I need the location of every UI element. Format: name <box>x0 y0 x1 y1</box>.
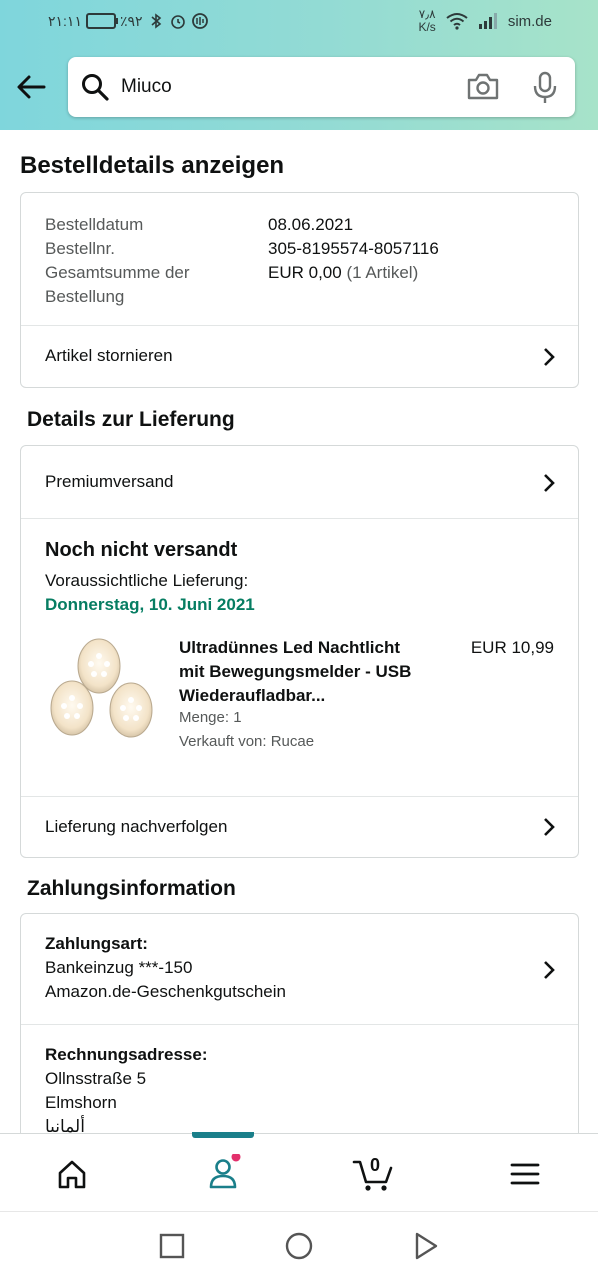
track-package-row[interactable]: Lieferung nachverfolgen <box>21 797 578 857</box>
order-summary-card: Bestelldatum 08.06.2021 Bestellnr. 305-8… <box>20 192 579 388</box>
cart-button[interactable]: 0 <box>352 1154 396 1194</box>
product-price: EUR 10,99 <box>470 638 554 657</box>
cancel-items-label: Artikel stornieren <box>45 346 173 365</box>
shipping-method-row[interactable]: Premiumversand <box>21 446 578 519</box>
expected-delivery-date: Donnerstag, 10. Juni 2021 <box>45 595 255 614</box>
camera-icon[interactable] <box>466 71 500 103</box>
product-seller: Verkauft von: Rucae <box>179 733 315 750</box>
payment-method-label: Zahlungsart: <box>45 934 148 953</box>
menu-icon[interactable] <box>505 1154 545 1194</box>
home-icon[interactable] <box>52 1154 92 1194</box>
app-header: ٢١:١١ ٪٩٢ ٧٫٨ K/s sim.de Miuco <box>0 0 598 130</box>
payment-card: Zahlungsart: Bankeinzug ***-150 Amazon.d… <box>20 913 579 1133</box>
cart-count: 0 <box>370 1155 381 1175</box>
wifi-icon <box>446 13 468 30</box>
search-bar[interactable]: Miuco <box>68 57 575 117</box>
signal-icon <box>478 13 497 29</box>
address-line-street: Ollnsstraße 5 <box>45 1069 147 1088</box>
billing-address-row: Rechnungsadresse: Ollnsstraße 5 Elmshorn… <box>21 1025 578 1133</box>
delivery-section-title: Details zur Lieferung <box>27 408 235 431</box>
search-icon <box>82 74 109 101</box>
order-total-value: EUR 0,00 (1 Artikel) <box>268 263 419 282</box>
shipment-block: Noch nicht versandt Voraussichtliche Lie… <box>21 519 578 797</box>
system-navigation <box>0 1211 598 1280</box>
active-tab-indicator <box>192 1132 254 1138</box>
status-left: ٢١:١١ ٪٩٢ <box>48 12 209 30</box>
payment-section-title: Zahlungsinformation <box>27 877 236 900</box>
home-circle-icon[interactable] <box>283 1230 315 1262</box>
bottom-navigation: 0 <box>0 1132 598 1211</box>
carrier-name: sim.de <box>507 12 552 30</box>
order-date-label: Bestelldatum <box>45 215 144 234</box>
order-info: Bestelldatum 08.06.2021 Bestellnr. 305-8… <box>21 193 578 326</box>
page-title: Bestelldetails anzeigen <box>20 152 285 179</box>
microphone-icon[interactable] <box>531 71 559 105</box>
track-package-label: Lieferung nachverfolgen <box>45 817 228 836</box>
payment-method-line1: Bankeinzug ***-150 <box>45 958 193 977</box>
recent-apps-icon[interactable] <box>156 1230 188 1262</box>
billing-address-label: Rechnungsadresse: <box>45 1045 208 1064</box>
chevron-right-icon <box>544 818 555 836</box>
main-content: Bestelldetails anzeigen Bestelldatum 08.… <box>0 130 598 1133</box>
network-speed: ٧٫٨ K/s <box>418 7 436 34</box>
cancel-items-row[interactable]: Artikel stornieren <box>21 326 578 388</box>
payment-method-row[interactable]: Zahlungsart: Bankeinzug ***-150 Amazon.d… <box>21 914 578 1025</box>
status-right: ٧٫٨ K/s sim.de <box>418 8 552 34</box>
chevron-right-icon <box>544 474 555 492</box>
bluetooth-icon <box>151 13 161 29</box>
order-total-label: Gesamtsumme der Bestellung <box>45 263 190 306</box>
delivery-card: Premiumversand Noch nicht versandt Vorau… <box>20 445 579 858</box>
alarm-icon <box>170 15 185 29</box>
payment-method-line2: Amazon.de-Geschenkgutschein <box>45 982 286 1001</box>
back-arrow-icon[interactable] <box>14 70 48 104</box>
shipping-method-label: Premiumversand <box>45 472 174 491</box>
light-disc <box>77 638 121 694</box>
order-date-value: 08.06.2021 <box>268 215 354 234</box>
address-line-city: Elmshorn <box>45 1093 117 1112</box>
back-triangle-icon[interactable] <box>410 1230 442 1262</box>
chevron-right-icon <box>544 961 555 979</box>
order-number-label: Bestellnr. <box>45 239 115 258</box>
address-line-country: ألمانيا <box>45 1117 85 1133</box>
battery-percent: ٪٩٢ <box>119 12 143 29</box>
data-saver-icon <box>191 13 208 29</box>
product-image[interactable] <box>45 634 155 744</box>
product-title[interactable]: Ultradünnes Led Nachtlicht mit Bewegungs… <box>179 636 449 708</box>
chevron-right-icon <box>544 348 555 366</box>
account-icon[interactable] <box>203 1154 243 1194</box>
battery-icon <box>85 13 118 29</box>
order-number-value: 305-8195574-8057116 <box>268 239 439 258</box>
notification-dot <box>231 1154 241 1162</box>
expected-delivery-label: Voraussichtliche Lieferung: <box>45 571 249 590</box>
shipment-status: Noch nicht versandt <box>45 539 238 561</box>
product-quantity: Menge: 1 <box>179 709 242 726</box>
search-input[interactable]: Miuco <box>121 76 172 98</box>
status-bar: ٢١:١١ ٪٩٢ ٧٫٨ K/s sim.de <box>0 0 598 46</box>
clock: ٢١:١١ <box>48 12 82 29</box>
